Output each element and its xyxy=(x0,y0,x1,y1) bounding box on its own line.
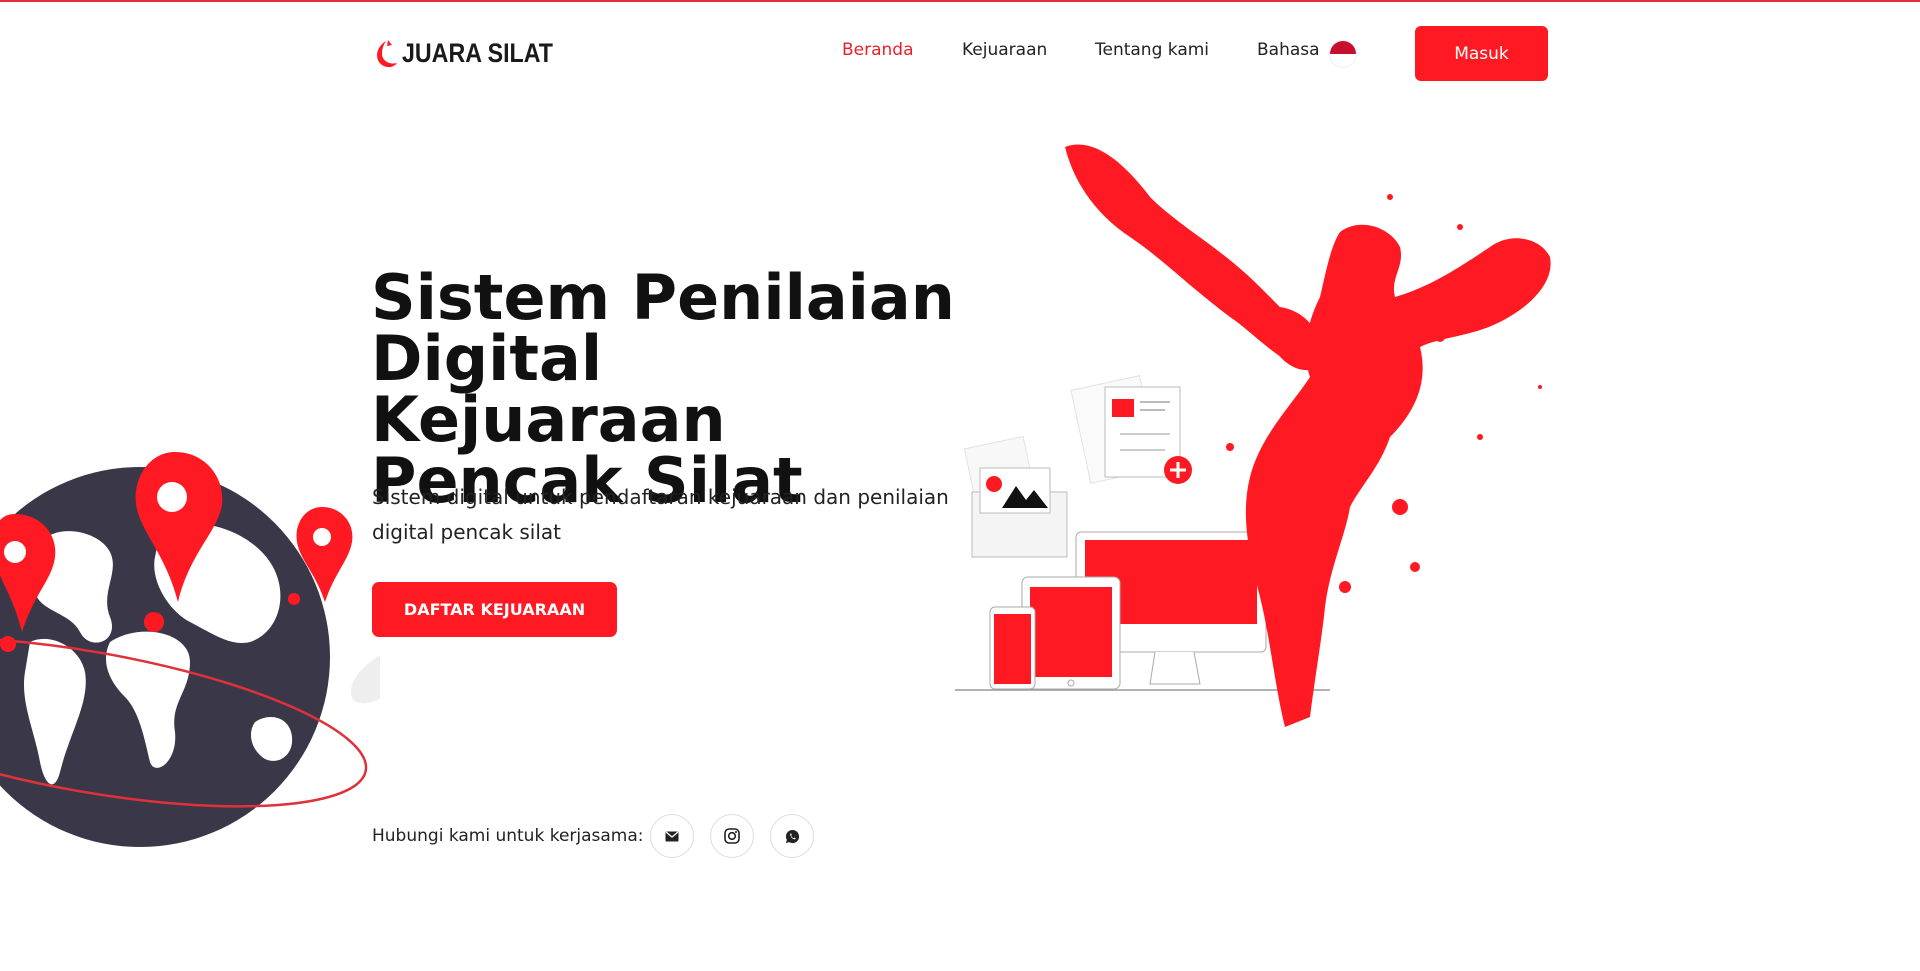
logo-icon xyxy=(377,39,397,67)
nav-beranda[interactable]: Beranda xyxy=(842,40,914,60)
whatsapp-icon xyxy=(785,829,799,843)
nav-kejuaraan[interactable]: Kejuaraan xyxy=(962,40,1047,60)
whatsapp-button[interactable] xyxy=(770,814,814,858)
indonesia-flag-icon[interactable] xyxy=(1330,41,1356,67)
fighter-silhouette-illustration xyxy=(1065,144,1551,727)
logo-text: JUARA SILAT xyxy=(402,38,553,68)
landing-page: JUARA SILAT Beranda Kejuaraan Tentang ka… xyxy=(0,0,1920,971)
contact-label: Hubungi kami untuk kerjasama: xyxy=(372,826,644,846)
hero-description: Sistem digital untuk pendaftaran kejuara… xyxy=(372,485,949,544)
login-button[interactable]: Masuk xyxy=(1415,26,1548,81)
nav-bahasa[interactable]: Bahasa xyxy=(1257,40,1320,60)
nav-tentang-kami[interactable]: Tentang kami xyxy=(1095,40,1209,60)
instagram-button[interactable] xyxy=(710,814,754,858)
globe-illustration xyxy=(0,452,380,847)
hero-title: Sistem Penilaian Digital Kejuaraan Penca… xyxy=(371,261,955,517)
mail-icon xyxy=(665,831,679,841)
mail-button[interactable] xyxy=(650,814,694,858)
register-championship-button[interactable]: DAFTAR KEJUARAAN xyxy=(372,582,617,637)
header: JUARA SILAT Beranda Kejuaraan Tentang ka… xyxy=(0,2,1920,102)
logo[interactable]: JUARA SILAT xyxy=(372,38,578,69)
instagram-icon xyxy=(724,828,740,844)
